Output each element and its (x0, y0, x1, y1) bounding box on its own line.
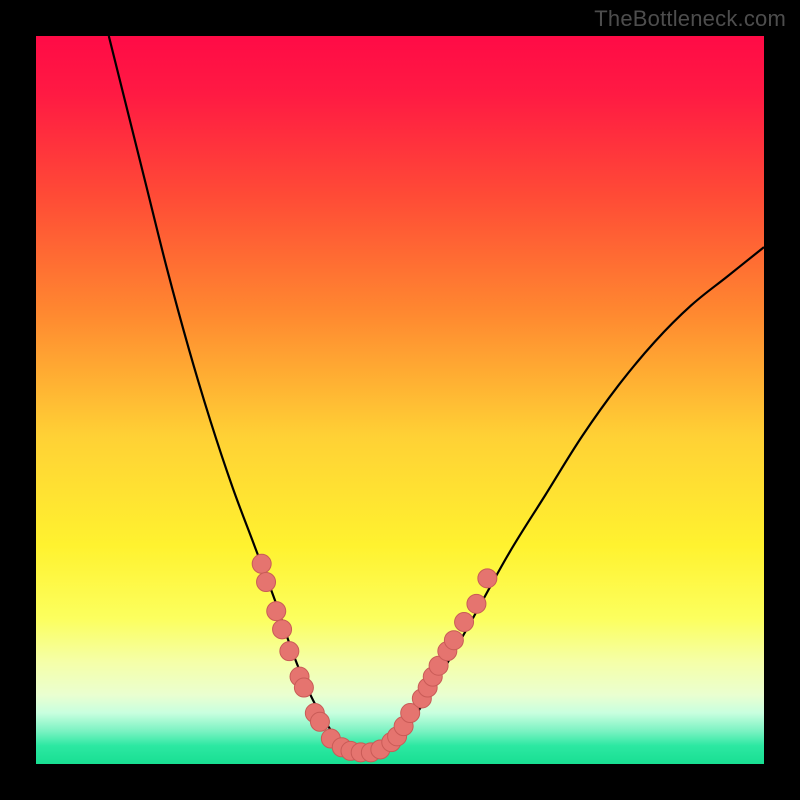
gradient-background (36, 36, 764, 764)
data-dot (257, 573, 276, 592)
chart-frame: TheBottleneck.com (0, 0, 800, 800)
data-dot (455, 613, 474, 632)
plot-area (36, 36, 764, 764)
data-dot (252, 554, 271, 573)
data-dot (294, 678, 313, 697)
data-dot (280, 642, 299, 661)
chart-svg (36, 36, 764, 764)
data-dot (267, 602, 286, 621)
data-dot (310, 712, 329, 731)
data-dot (273, 620, 292, 639)
watermark-text: TheBottleneck.com (594, 6, 786, 32)
data-dot (478, 569, 497, 588)
data-dot (467, 594, 486, 613)
data-dot (444, 631, 463, 650)
